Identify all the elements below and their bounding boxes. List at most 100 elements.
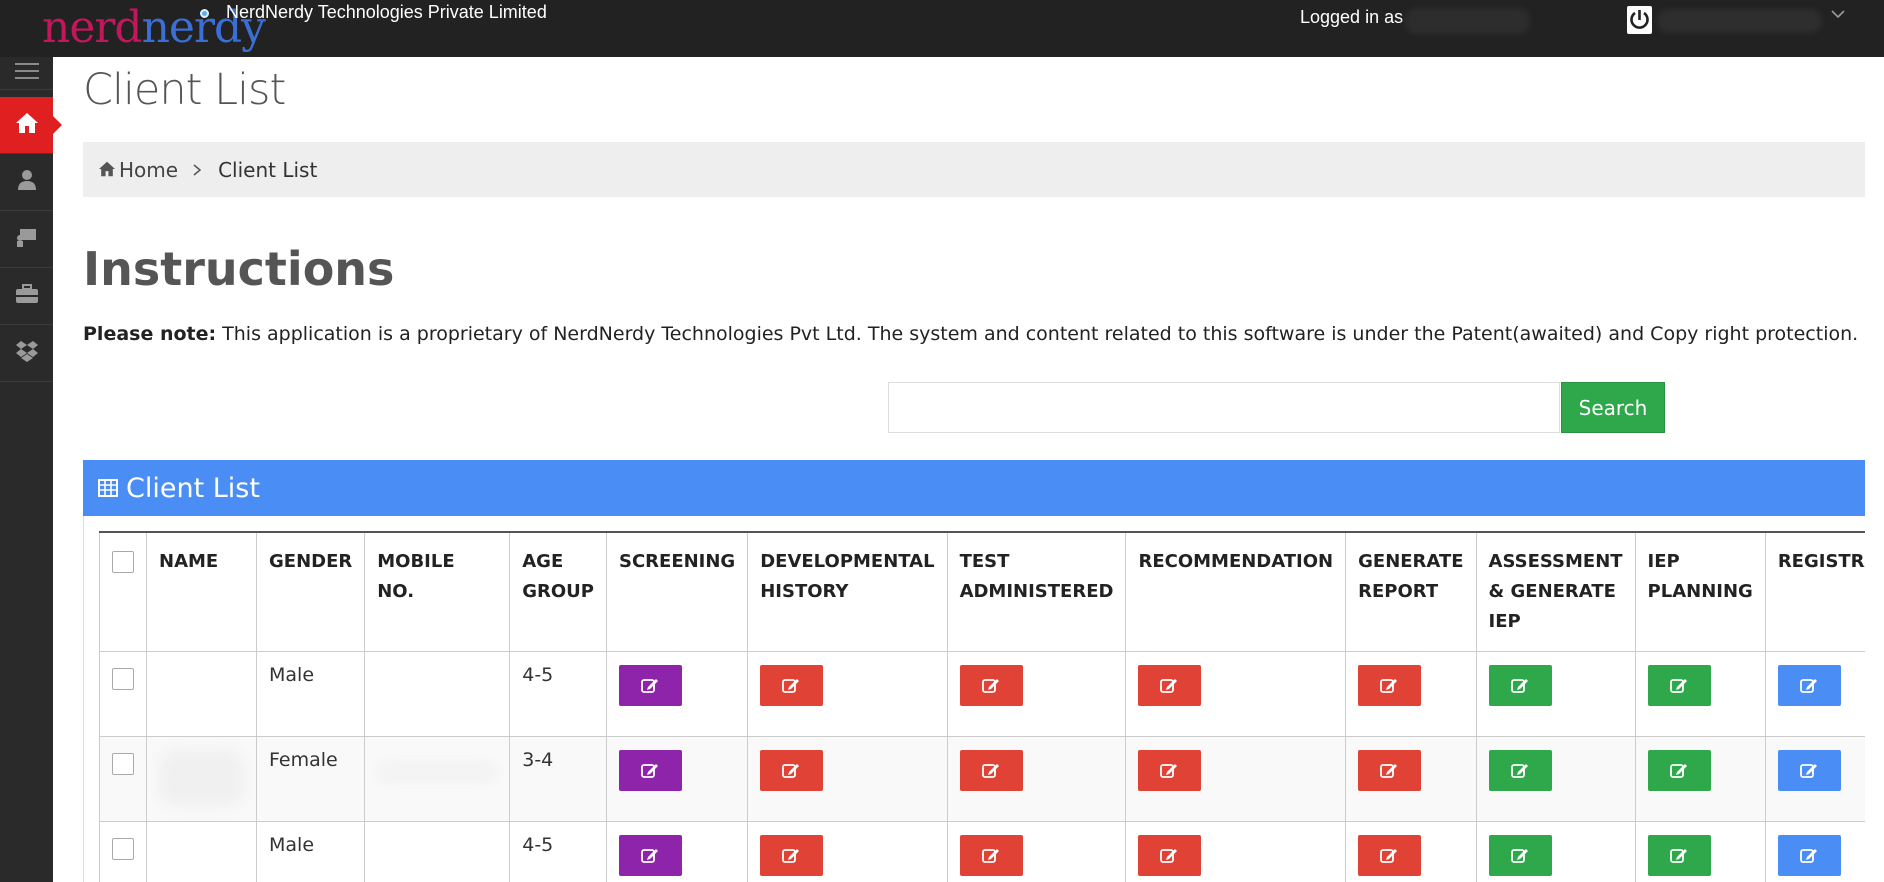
edit-icon <box>782 764 800 778</box>
breadcrumb-home-label: Home <box>119 157 179 182</box>
breadcrumb-home[interactable]: Home <box>98 158 178 182</box>
recommendation-edit-button[interactable] <box>1138 835 1202 876</box>
recommendation-edit-button[interactable] <box>1138 750 1202 791</box>
client-name-cell <box>146 736 257 822</box>
edit-icon <box>1799 849 1817 863</box>
edit-icon <box>1160 764 1178 778</box>
col-recommendation[interactable]: RECOMMENDATION <box>1125 531 1347 652</box>
col-developmental-history[interactable]: DEVELOPMENTAL HISTORY <box>747 531 948 652</box>
test-administered-edit-button[interactable] <box>959 835 1023 876</box>
sidebar <box>0 57 62 882</box>
row-checkbox[interactable] <box>112 838 134 860</box>
sidebar-item-storage[interactable] <box>0 325 53 382</box>
page-title: Client List <box>83 65 286 115</box>
col-age-line2: GROUP <box>522 581 594 602</box>
table-row: Female 3-4 <box>99 736 1865 822</box>
chevron-down-icon[interactable] <box>1830 6 1846 27</box>
assessment-iep-edit-button[interactable] <box>1488 665 1552 706</box>
registration-edit-button[interactable] <box>1777 665 1841 706</box>
redacted-username <box>1405 8 1530 34</box>
registration-edit-button[interactable] <box>1777 750 1841 791</box>
col-mobile[interactable]: MOBILE NO. <box>364 531 511 652</box>
menu-icon <box>14 62 39 84</box>
redacted-mobile <box>377 761 498 783</box>
edit-icon <box>1510 849 1528 863</box>
sidebar-item-tests[interactable] <box>0 211 53 268</box>
row-checkbox[interactable] <box>112 753 134 775</box>
row-select-cell <box>99 821 147 882</box>
sidebar-item-users[interactable] <box>0 154 53 211</box>
breadcrumb: Home Client List <box>83 142 1865 197</box>
home-icon <box>15 112 39 138</box>
copyright-note: Please note: This application is a propr… <box>83 323 1858 345</box>
col-assess-line3: IEP <box>1488 611 1521 632</box>
col-age-group[interactable]: AGE GROUP <box>509 531 607 652</box>
col-test-line1: TEST <box>959 551 1010 572</box>
edit-icon <box>1160 679 1178 693</box>
row-checkbox[interactable] <box>112 668 134 690</box>
developmental-history-edit-button[interactable] <box>760 835 824 876</box>
redacted-user-menu[interactable] <box>1657 9 1822 33</box>
logged-in-label: Logged in as <box>1300 7 1404 27</box>
sidebar-item-home[interactable] <box>0 97 62 154</box>
home-icon <box>98 158 116 182</box>
col-mobile-line1: MOBILE <box>377 551 455 572</box>
table-header-row: NAME GENDER MOBILE NO. AGE GROUP SCREENING… <box>99 531 1865 652</box>
client-list-panel-header: Client List <box>83 460 1865 516</box>
assessment-iep-edit-button[interactable] <box>1488 835 1552 876</box>
registration-edit-button[interactable] <box>1777 835 1841 876</box>
redacted-name <box>159 749 244 807</box>
logo-dot-icon <box>200 9 209 18</box>
col-registration[interactable]: REGISTRATION <box>1764 531 1865 652</box>
iep-planning-edit-button[interactable] <box>1647 665 1711 706</box>
col-generate-report[interactable]: GENERATE REPORT <box>1345 531 1477 652</box>
col-iep-planning[interactable]: IEP PLANNING <box>1634 531 1766 652</box>
generate-report-edit-button[interactable] <box>1358 750 1422 791</box>
select-all-checkbox[interactable] <box>112 551 134 573</box>
col-gender[interactable]: GENDER <box>255 531 366 652</box>
col-test-administered[interactable]: TEST ADMINISTERED <box>946 531 1127 652</box>
menu-toggle[interactable] <box>0 57 53 90</box>
col-dev-line2: HISTORY <box>760 581 849 602</box>
sidebar-item-reports[interactable] <box>0 268 53 325</box>
test-administered-edit-button[interactable] <box>959 750 1023 791</box>
client-mobile-cell <box>364 821 511 882</box>
developmental-history-edit-button[interactable] <box>760 750 824 791</box>
search-input[interactable] <box>888 382 1560 433</box>
client-mobile-cell <box>364 736 511 822</box>
iep-planning-edit-button[interactable] <box>1647 835 1711 876</box>
col-iep-line2: PLANNING <box>1647 581 1753 602</box>
chevron-right-icon <box>192 158 202 182</box>
col-assess-line1: ASSESSMENT <box>1488 551 1623 572</box>
table-row: Male 4-5 <box>99 651 1865 737</box>
edit-icon <box>782 679 800 693</box>
company-name: NerdNerdy Technologies Private Limited <box>226 2 547 22</box>
search-button[interactable]: Search <box>1561 382 1665 433</box>
breadcrumb-current: Client List <box>218 157 318 182</box>
dropbox-icon <box>15 340 39 366</box>
recommendation-edit-button[interactable] <box>1138 665 1202 706</box>
generate-report-edit-button[interactable] <box>1358 665 1422 706</box>
assessment-iep-edit-button[interactable] <box>1488 750 1552 791</box>
edit-icon <box>981 849 999 863</box>
col-name[interactable]: NAME <box>146 531 257 652</box>
generate-report-edit-button[interactable] <box>1358 835 1422 876</box>
test-administered-edit-button[interactable] <box>959 665 1023 706</box>
col-screening[interactable]: SCREENING <box>605 531 749 652</box>
screening-edit-button[interactable] <box>618 750 682 791</box>
screening-edit-button[interactable] <box>618 835 682 876</box>
edit-icon <box>641 679 658 693</box>
developmental-history-edit-button[interactable] <box>760 665 824 706</box>
client-mobile-cell <box>364 651 511 737</box>
screening-edit-button[interactable] <box>618 665 682 706</box>
col-assess-line2: & GENERATE <box>1488 581 1616 602</box>
col-mobile-line2: NO. <box>377 581 415 602</box>
iep-planning-edit-button[interactable] <box>1647 750 1711 791</box>
row-select-cell <box>99 651 147 737</box>
select-all-header <box>99 531 147 652</box>
col-age-line1: AGE <box>522 551 564 572</box>
grid-icon <box>98 473 118 504</box>
col-iep-line1: IEP <box>1647 551 1680 572</box>
col-assessment-iep[interactable]: ASSESSMENT & GENERATE IEP <box>1475 531 1636 652</box>
power-icon[interactable] <box>1627 6 1652 34</box>
